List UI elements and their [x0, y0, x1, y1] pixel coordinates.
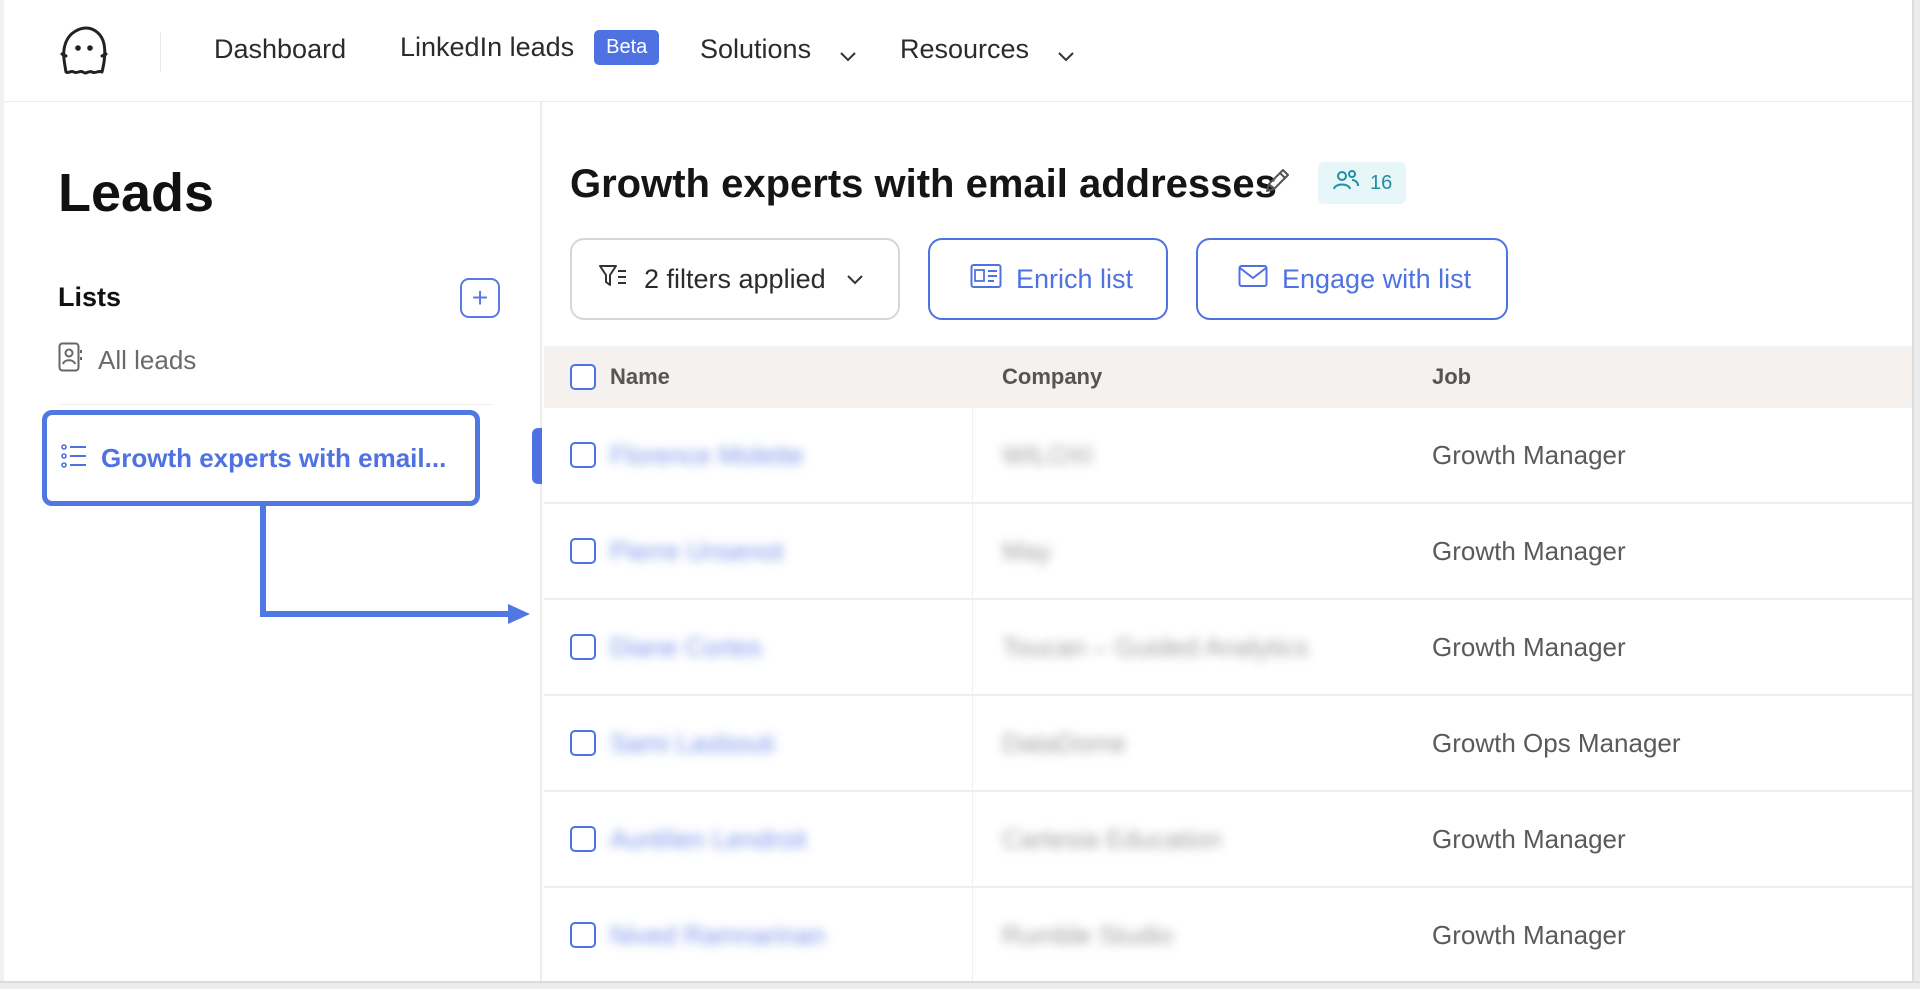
table-header: Name Company Job — [544, 346, 1912, 408]
pencil-edit-icon[interactable] — [1262, 166, 1292, 201]
lead-company: Rumble Studio — [1002, 920, 1173, 950]
sidebar-item-all-leads[interactable]: All leads — [58, 342, 196, 379]
users-icon — [1332, 168, 1360, 198]
leads-sidebar: Leads Lists + All leads Growth experts w… — [4, 102, 542, 981]
lead-company: Toucan – Guided Analytics — [1002, 632, 1309, 662]
lead-job: Growth Ops Manager — [1432, 728, 1681, 758]
add-list-button[interactable]: + — [460, 278, 500, 318]
filter-icon — [598, 263, 628, 296]
contact-card-icon — [58, 342, 84, 379]
table-row[interactable]: Nived Ramnarinan Rumble Studio Growth Ma… — [544, 888, 1912, 981]
nav-resources[interactable]: Resources — [900, 34, 1075, 65]
lead-name-link[interactable]: Sami Lasbouti — [610, 728, 775, 759]
enrich-label: Enrich list — [1016, 263, 1134, 294]
select-all-checkbox[interactable] — [570, 364, 596, 390]
nav-solutions[interactable]: Solutions — [700, 34, 857, 65]
sidebar-item-label: Growth experts with email... — [101, 442, 447, 473]
table-row[interactable]: Aurélien Lendroit Cartesia Education Gro… — [544, 792, 1912, 888]
sidebar-item-label: All leads — [98, 345, 197, 375]
row-checkbox[interactable] — [570, 730, 596, 756]
lead-company: DataDome — [1002, 728, 1127, 758]
lead-count-badge: 16 — [1318, 162, 1407, 204]
ghost-logo-icon[interactable] — [56, 26, 112, 78]
page-title: Growth experts with email addresses — [570, 162, 1277, 206]
nav-dashboard[interactable]: Dashboard — [214, 34, 346, 65]
beta-badge: Beta — [594, 30, 660, 65]
lead-name-link[interactable]: Diane Cortes — [610, 632, 762, 663]
lead-name-link[interactable]: Pierre Unsenot — [610, 536, 783, 567]
enrich-list-button[interactable]: Enrich list — [928, 238, 1168, 320]
row-checkbox[interactable] — [570, 922, 596, 948]
lead-name-link[interactable]: Aurélien Lendroit — [610, 824, 807, 855]
engage-label: Engage with list — [1282, 263, 1472, 294]
window-edge-bottom — [0, 981, 1920, 989]
table-row[interactable]: Diane Cortes Toucan – Guided Analytics G… — [544, 600, 1912, 696]
sidebar-divider — [58, 404, 492, 405]
window-edge-right — [1912, 0, 1920, 989]
table-row[interactable]: Florence Molette WILOXI Growth Manager — [544, 408, 1912, 504]
sidebar-title: Leads — [58, 163, 215, 223]
lists-heading: Lists — [58, 282, 122, 312]
filters-dropdown-button[interactable]: 2 filters applied — [570, 238, 900, 320]
chevron-down-icon — [839, 41, 857, 61]
app-window: Dashboard LinkedIn leads Beta Solutions … — [0, 0, 1920, 989]
top-navigation: Dashboard LinkedIn leads Beta Solutions … — [4, 0, 1912, 102]
lead-job: Growth Manager — [1432, 536, 1626, 566]
row-checkbox[interactable] — [570, 634, 596, 660]
lead-name-link[interactable]: Nived Ramnarinan — [610, 920, 825, 951]
nav-resources-label: Resources — [900, 34, 1030, 64]
lead-job: Growth Manager — [1432, 632, 1626, 662]
lead-company: WILOXI — [1002, 440, 1094, 470]
active-list-indicator — [532, 428, 542, 484]
nav-divider — [160, 32, 161, 72]
lead-count: 16 — [1370, 171, 1393, 194]
engage-with-list-button[interactable]: Engage with list — [1196, 238, 1508, 320]
column-divider — [972, 408, 973, 981]
lead-company: Cartesia Education — [1002, 824, 1222, 854]
callout-arrow-icon — [260, 506, 530, 624]
chevron-down-icon — [846, 264, 864, 295]
sidebar-item-growth-experts[interactable]: Growth experts with email... — [42, 410, 480, 506]
table-row[interactable]: Sami Lasbouti DataDome Growth Ops Manage… — [544, 696, 1912, 792]
lead-name-link[interactable]: Florence Molette — [610, 440, 804, 471]
row-checkbox[interactable] — [570, 442, 596, 468]
row-checkbox[interactable] — [570, 826, 596, 852]
column-header-job[interactable]: Job — [1432, 364, 1471, 390]
list-icon — [61, 443, 87, 473]
filters-label: 2 filters applied — [644, 263, 826, 294]
row-checkbox[interactable] — [570, 538, 596, 564]
lead-company: May — [1002, 536, 1052, 566]
nav-dashboard-label: Dashboard — [214, 34, 347, 64]
id-card-icon — [970, 263, 1002, 296]
nav-linkedin-leads-label: LinkedIn leads — [400, 32, 575, 62]
lead-job: Growth Manager — [1432, 824, 1626, 854]
chevron-down-icon — [1057, 41, 1075, 61]
lead-job: Growth Manager — [1432, 920, 1626, 950]
envelope-icon — [1238, 264, 1268, 295]
main-content: Growth experts with email addresses 16 2… — [544, 102, 1912, 981]
column-header-name[interactable]: Name — [610, 364, 670, 390]
lead-job: Growth Manager — [1432, 440, 1626, 470]
column-header-company[interactable]: Company — [1002, 364, 1102, 390]
nav-solutions-label: Solutions — [700, 34, 812, 64]
nav-linkedin-leads[interactable]: LinkedIn leads Beta — [400, 30, 660, 65]
table-row[interactable]: Pierre Unsenot May Growth Manager — [544, 504, 1912, 600]
